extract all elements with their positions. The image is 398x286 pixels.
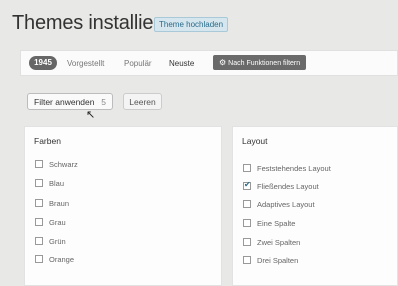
checkbox[interactable] (35, 179, 43, 187)
checkbox[interactable] (35, 199, 43, 207)
tab-featured[interactable]: Vorgestellt (67, 59, 104, 68)
gear-icon: ⚙ (219, 58, 227, 67)
feature-filter-button[interactable]: ⚙ Nach Funktionen filtern (213, 55, 307, 70)
checkbox[interactable] (243, 256, 251, 264)
checkbox[interactable] (243, 219, 251, 227)
upload-theme-button[interactable]: Theme hochladen (154, 17, 229, 32)
checkbox[interactable] (35, 218, 43, 226)
checkbox[interactable] (243, 238, 251, 246)
apply-filters-label: Filter anwenden (34, 97, 95, 107)
apply-filters-count: 5 (101, 97, 106, 107)
clear-filters-button[interactable]: Leeren (123, 93, 162, 110)
checkbox[interactable] (243, 200, 251, 208)
filter-bar: 1945 Vorgestellt Populär Neuste ⚙ Nach Fu… (20, 50, 398, 76)
checkbox-checked[interactable] (243, 180, 251, 190)
mouse-cursor-icon: ↖ (86, 109, 96, 121)
layout-panel-title: Layout (242, 136, 268, 146)
tab-popular[interactable]: Populär (124, 59, 152, 68)
checkbox[interactable] (243, 164, 251, 172)
layout-filter-panel: Layout Feststehendes Layout Fließendes L… (232, 126, 398, 286)
apply-filters-button[interactable]: Filter anwenden 5 (27, 93, 113, 110)
colors-panel-title: Farben (34, 136, 61, 146)
feature-filter-label: Nach Funktionen filtern (228, 60, 301, 67)
theme-count-badge: 1945 (29, 56, 57, 70)
colors-filter-panel: Farben Schwarz Blau Braun Grau Grün Oran… (24, 126, 222, 286)
checkbox[interactable] (35, 237, 43, 245)
checkbox[interactable] (35, 160, 43, 168)
checkbox[interactable] (35, 255, 43, 263)
tab-latest[interactable]: Neuste (169, 59, 194, 68)
